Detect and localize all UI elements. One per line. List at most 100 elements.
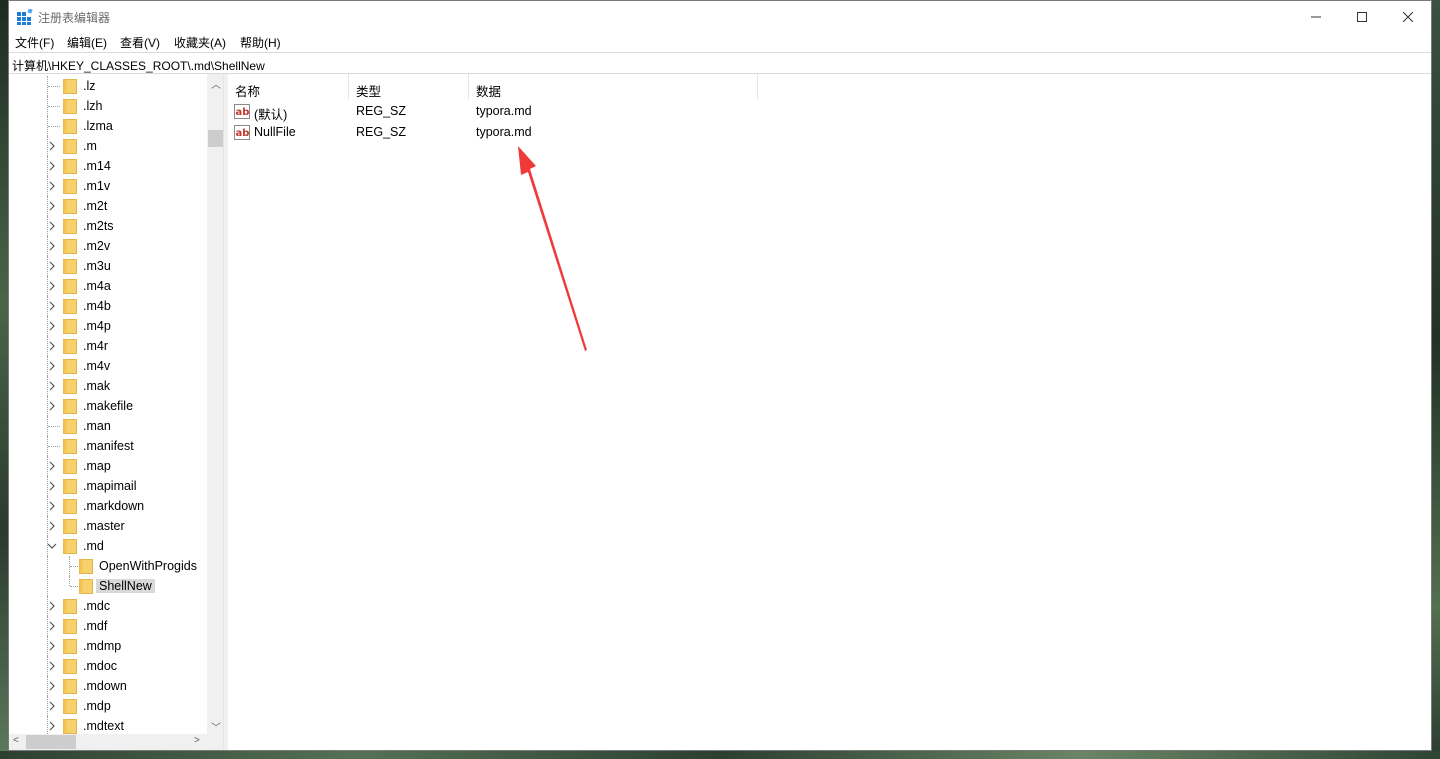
tree-item[interactable]: .m3u <box>9 256 207 276</box>
tree-item[interactable]: .makefile <box>9 396 207 416</box>
folder-icon <box>63 299 77 314</box>
chevron-right-icon[interactable] <box>47 381 57 391</box>
chevron-right-icon[interactable] <box>47 681 57 691</box>
tree-item[interactable]: .mdf <box>9 616 207 636</box>
chevron-right-icon[interactable] <box>47 361 57 371</box>
chevron-right-icon[interactable] <box>47 621 57 631</box>
chevron-right-icon[interactable] <box>47 461 57 471</box>
scroll-right-icon[interactable]: > <box>194 735 200 746</box>
tree-connector <box>48 426 60 427</box>
tree-item[interactable]: .map <box>9 456 207 476</box>
chevron-right-icon[interactable] <box>47 721 57 731</box>
tree-item[interactable]: ShellNew <box>9 576 207 596</box>
scroll-left-icon[interactable]: < <box>13 735 19 746</box>
tree-item-label: .m3u <box>83 259 111 273</box>
folder-icon <box>63 79 77 94</box>
tree-item[interactable]: .mdmp <box>9 636 207 656</box>
chevron-right-icon[interactable] <box>47 521 57 531</box>
tree-item[interactable]: .master <box>9 516 207 536</box>
tree-item[interactable]: .lzma <box>9 116 207 136</box>
tree-item[interactable]: .m4r <box>9 336 207 356</box>
chevron-right-icon[interactable] <box>47 481 57 491</box>
menu-file[interactable]: 文件(F) <box>15 34 54 51</box>
tree-item[interactable]: .m1v <box>9 176 207 196</box>
chevron-right-icon[interactable] <box>47 661 57 671</box>
tree-item[interactable]: OpenWithProgids <box>9 556 207 576</box>
chevron-right-icon[interactable] <box>47 341 57 351</box>
chevron-right-icon[interactable] <box>47 641 57 651</box>
menu-edit[interactable]: 编辑(E) <box>67 34 107 51</box>
value-name: NullFile <box>254 125 296 139</box>
scroll-up-icon[interactable]: ︿ <box>211 76 221 91</box>
address-bar[interactable]: 计算机\HKEY_CLASSES_ROOT\.md\ShellNew <box>9 52 1431 74</box>
chevron-right-icon[interactable] <box>47 321 57 331</box>
tree-item[interactable]: .mapimail <box>9 476 207 496</box>
chevron-right-icon[interactable] <box>47 181 57 191</box>
tree-item[interactable]: .m4b <box>9 296 207 316</box>
value-row[interactable]: ab (默认) REG_SZ typora.md <box>228 101 828 122</box>
close-button[interactable] <box>1385 1 1431 32</box>
chevron-right-icon[interactable] <box>47 401 57 411</box>
tree-item[interactable]: .m4v <box>9 356 207 376</box>
menu-favorites[interactable]: 收藏夹(A) <box>174 34 226 51</box>
tree-item[interactable]: .mdc <box>9 596 207 616</box>
tree-item[interactable]: .lzh <box>9 96 207 116</box>
folder-icon <box>63 119 77 134</box>
tree-vertical-scrollbar[interactable]: ︿ ﹀ <box>207 74 223 734</box>
tree-item[interactable]: .mdp <box>9 696 207 716</box>
tree-item[interactable]: .m4a <box>9 276 207 296</box>
chevron-right-icon[interactable] <box>47 701 57 711</box>
chevron-right-icon[interactable] <box>47 201 57 211</box>
title-bar[interactable]: 注册表编辑器 <box>9 1 1431 32</box>
chevron-right-icon[interactable] <box>47 221 57 231</box>
tree-item-label: OpenWithProgids <box>99 559 197 573</box>
chevron-right-icon[interactable] <box>47 301 57 311</box>
svg-text:ab: ab <box>236 107 250 118</box>
scroll-down-icon[interactable]: ﹀ <box>211 719 221 734</box>
scroll-thumb[interactable] <box>208 130 223 147</box>
hscroll-thumb[interactable] <box>26 735 76 749</box>
value-row[interactable]: ab NullFile REG_SZ typora.md <box>228 122 828 143</box>
registry-editor-icon <box>17 9 33 25</box>
chevron-right-icon[interactable] <box>47 241 57 251</box>
column-header-data[interactable]: 数据 <box>469 74 758 99</box>
tree-item[interactable]: .m2t <box>9 196 207 216</box>
tree-item[interactable]: .manifest <box>9 436 207 456</box>
maximize-button[interactable] <box>1339 1 1385 32</box>
folder-icon <box>63 679 77 694</box>
tree-item[interactable]: .m2v <box>9 236 207 256</box>
folder-icon <box>63 699 77 714</box>
tree-item[interactable]: .m4p <box>9 316 207 336</box>
tree-item[interactable]: .m <box>9 136 207 156</box>
tree-item[interactable]: .mdoc <box>9 656 207 676</box>
chevron-right-icon[interactable] <box>47 261 57 271</box>
tree-item[interactable]: .md <box>9 536 207 556</box>
chevron-down-icon[interactable] <box>47 541 57 551</box>
tree-horizontal-scrollbar[interactable]: < > <box>9 734 207 750</box>
tree-item[interactable]: .man <box>9 416 207 436</box>
tree-item-label: .mapimail <box>83 479 137 493</box>
desktop-wallpaper-right <box>1432 0 1440 759</box>
chevron-right-icon[interactable] <box>47 141 57 151</box>
tree-item[interactable]: .markdown <box>9 496 207 516</box>
menu-help[interactable]: 帮助(H) <box>240 34 281 51</box>
tree-item-label: .m4v <box>83 359 111 373</box>
address-path[interactable]: 计算机\HKEY_CLASSES_ROOT\.md\ShellNew <box>12 57 265 74</box>
tree-item[interactable]: .mdown <box>9 676 207 696</box>
tree-item[interactable]: .m14 <box>9 156 207 176</box>
chevron-right-icon[interactable] <box>47 501 57 511</box>
chevron-right-icon[interactable] <box>47 601 57 611</box>
tree-connector <box>48 106 60 107</box>
tree-item[interactable]: .m2ts <box>9 216 207 236</box>
minimize-button[interactable] <box>1293 1 1339 32</box>
chevron-right-icon[interactable] <box>47 161 57 171</box>
menu-bar: 文件(F) 编辑(E) 查看(V) 收藏夹(A) 帮助(H) <box>9 32 1431 52</box>
chevron-right-icon[interactable] <box>47 281 57 291</box>
tree-item[interactable]: .mak <box>9 376 207 396</box>
tree-item-label: .m4r <box>83 339 108 353</box>
column-header-name[interactable]: 名称 <box>228 74 349 99</box>
menu-view[interactable]: 查看(V) <box>120 34 160 51</box>
tree-item[interactable]: .mdtext <box>9 716 207 736</box>
tree-item[interactable]: .lz <box>9 76 207 96</box>
column-header-type[interactable]: 类型 <box>349 74 469 99</box>
